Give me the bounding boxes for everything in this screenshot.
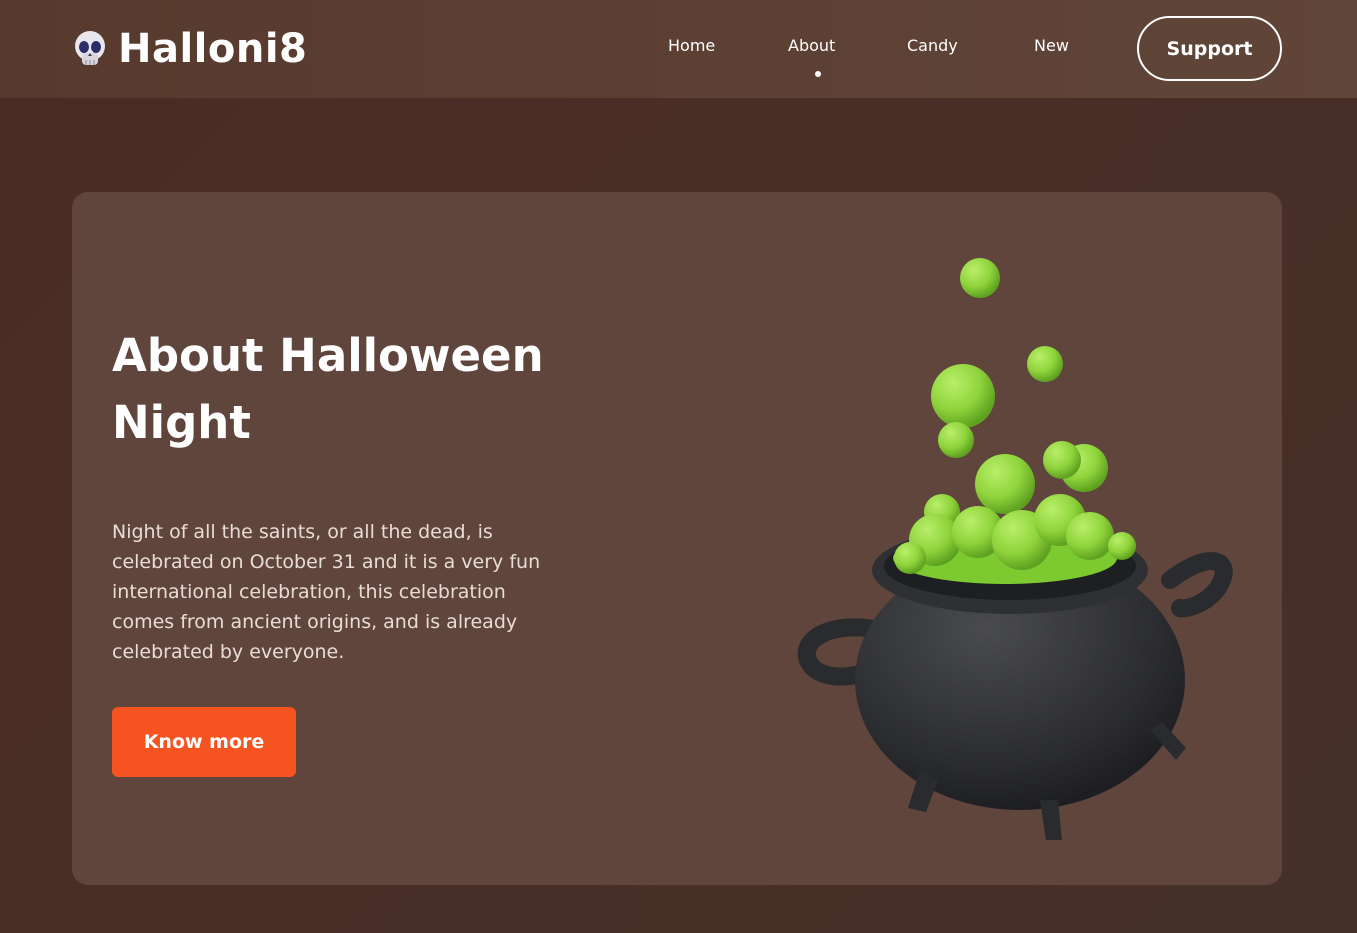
skull-icon [75,31,105,65]
nav-about[interactable]: About [788,36,835,62]
hero-description: Night of all the saints, or all the dead… [112,521,541,663]
logo[interactable]: Halloni8 [72,24,307,74]
brand-name: Halloni8 [118,26,308,72]
site-header: Halloni8 Home About Candy New Support [0,0,1357,98]
nav-new[interactable]: New [1034,36,1069,62]
support-button[interactable]: Support [1137,16,1282,81]
know-more-button[interactable]: Know more [112,707,296,777]
active-nav-indicator [815,71,821,77]
hero-title: About Halloween Night [112,329,544,449]
nav-candy[interactable]: Candy [907,36,958,62]
cauldron-icon [797,258,1233,840]
nav-home[interactable]: Home [668,36,715,62]
